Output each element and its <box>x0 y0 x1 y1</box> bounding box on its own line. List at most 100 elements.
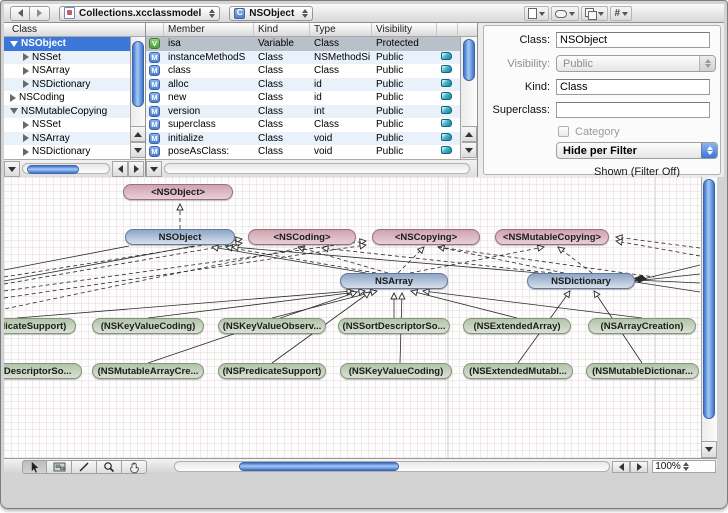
tree-hscroll-thumb[interactable] <box>27 165 79 174</box>
member-row-instancemethods[interactable]: MinstanceMethodSClassNSMethodSiPublic <box>146 51 460 65</box>
disclosure-triangle-icon[interactable] <box>23 121 29 129</box>
member-row-version[interactable]: MversionClassintPublic <box>146 105 460 119</box>
tree-item-nsdictionary[interactable]: NSDictionary <box>4 145 130 159</box>
documentation-book-icon[interactable] <box>441 106 452 114</box>
disclosure-triangle-icon[interactable] <box>10 41 18 47</box>
diagram-node-nsarraycreation[interactable]: (NSArrayCreation) <box>588 318 696 334</box>
icon-column-header[interactable] <box>146 23 164 36</box>
tree-item-nsobject[interactable]: NSObject <box>4 37 130 51</box>
symbol-popup[interactable]: C NSObject <box>229 6 313 21</box>
member-row-poseasclass[interactable]: MposeAsClass:ClassvoidPublic <box>146 145 460 159</box>
diagram-node-nscoding[interactable]: <NSCoding> <box>248 229 356 245</box>
diagram-node-nsmutabledictionar[interactable]: (NSMutableDictionar... <box>586 363 699 379</box>
diagram-node-nspredicatesupport[interactable]: (NSPredicateSupport) <box>4 318 76 334</box>
diagram-hscroll-thumb[interactable] <box>239 462 399 471</box>
member-row-isa[interactable]: VisaVariableClassProtected <box>146 37 460 51</box>
kind-column-header[interactable]: Kind <box>254 23 310 36</box>
back-button[interactable] <box>10 6 30 21</box>
member-row-superclass[interactable]: MsuperclassClassClassPublic <box>146 118 460 132</box>
tree-scroll-left-button[interactable] <box>112 161 128 177</box>
diagram-node-nsextendedmutabl[interactable]: (NSExtendedMutabl... <box>463 363 573 379</box>
disclosure-triangle-icon[interactable] <box>10 108 18 114</box>
documentation-book-icon[interactable] <box>441 52 452 60</box>
diagram-node-nscopying[interactable]: <NSCopying> <box>372 229 480 245</box>
diagram-node-nsmutablearraycre[interactable]: (NSMutableArrayCre... <box>92 363 204 379</box>
tree-scroll-down-button[interactable] <box>131 142 146 158</box>
page-options-button[interactable] <box>524 6 549 21</box>
tree-scroll-right-button[interactable] <box>128 161 144 177</box>
document-popup[interactable]: Collections.xcclassmodel <box>59 6 220 21</box>
tree-item-nsmutablecopying[interactable]: NSMutableCopying <box>4 105 130 119</box>
diagram-node-nsarray[interactable]: NSArray <box>340 273 448 289</box>
tree-scroll-up-button[interactable] <box>131 126 146 142</box>
diagram-node-nssortdescriptorso[interactable]: (NSSortDescriptorSo... <box>338 318 450 334</box>
filter-popup[interactable]: Hide per Filter <box>556 142 718 159</box>
zoom-tool-button[interactable] <box>97 460 122 474</box>
tree-item-nsdictionary[interactable]: NSDictionary <box>4 78 130 92</box>
class-diagram-canvas[interactable]: <NSObject> NSObject <NSCoding> <NSCopying> <… <box>4 177 717 458</box>
zoom-level-control[interactable]: 100% <box>652 460 716 473</box>
diagram-node-nspredicatesupport[interactable]: (NSPredicateSupport) <box>218 363 326 379</box>
member-row-alloc[interactable]: MallocClassidPublic <box>146 78 460 92</box>
copy-options-button[interactable] <box>581 6 608 21</box>
documentation-book-icon[interactable] <box>441 146 452 154</box>
visibility-popup[interactable]: Public <box>556 55 716 72</box>
select-tool-button[interactable] <box>22 460 47 474</box>
superclass-field[interactable] <box>556 102 710 118</box>
symbol-filter-button[interactable]: # <box>610 6 632 21</box>
member-column-header[interactable]: Member <box>164 23 254 36</box>
table-vertical-scrollbar[interactable] <box>460 37 477 159</box>
diagram-node-nskeyvaluecoding[interactable]: (NSKeyValueCoding) <box>92 318 204 334</box>
documentation-book-icon[interactable] <box>441 92 452 100</box>
doc-column-header[interactable] <box>437 23 458 36</box>
tree-hscroll-track[interactable] <box>22 163 110 174</box>
documentation-book-icon[interactable] <box>441 79 452 87</box>
tree-vscroll-thumb[interactable] <box>132 41 144 107</box>
class-field[interactable]: NSObject <box>556 32 710 48</box>
table-scroll-up-button[interactable] <box>462 126 477 142</box>
diagram-scroll-right-button[interactable] <box>630 461 648 473</box>
kind-field[interactable]: Class <box>556 79 710 95</box>
diagram-node-nskeyvalueobserv[interactable]: (NSKeyValueObserv... <box>218 318 326 334</box>
visibility-column-header[interactable]: Visibility <box>372 23 437 36</box>
tree-vertical-scrollbar[interactable] <box>130 37 146 159</box>
tree-item-nsarray[interactable]: NSArray <box>4 64 130 78</box>
tree-item-nsarray[interactable]: NSArray <box>4 132 130 146</box>
tree-item-nsset[interactable]: NSSet <box>4 118 130 132</box>
tree-item-nscoding[interactable]: NSCoding <box>4 91 130 105</box>
diagram-vscroll-thumb[interactable] <box>703 179 715 419</box>
disclosure-triangle-icon[interactable] <box>23 67 29 75</box>
layout-tool-button[interactable] <box>47 460 72 474</box>
type-column-header[interactable]: Type <box>310 23 372 36</box>
member-row-initialize[interactable]: MinitializeClassvoidPublic <box>146 132 460 146</box>
class-column-header[interactable]: Class <box>4 23 146 37</box>
disclosure-triangle-icon[interactable] <box>23 148 29 156</box>
tree-disclosure-button[interactable] <box>4 161 20 177</box>
disclosure-triangle-icon[interactable] <box>10 94 16 102</box>
table-hscroll-track[interactable] <box>164 163 470 174</box>
tree-item-nsset[interactable]: NSSet <box>4 51 130 65</box>
diagram-node-nskeyvaluecoding[interactable]: (NSKeyValueCoding) <box>340 363 452 379</box>
diagram-hscroll-track[interactable] <box>174 461 610 472</box>
diagram-scroll-left-button[interactable] <box>612 461 630 473</box>
documentation-book-icon[interactable] <box>441 119 452 127</box>
line-tool-button[interactable] <box>72 460 97 474</box>
annotation-options-button[interactable] <box>551 6 579 21</box>
documentation-book-icon[interactable] <box>441 65 452 73</box>
diagram-node-nsextendedarray[interactable]: (NSExtendedArray) <box>463 318 571 334</box>
category-checkbox[interactable] <box>558 126 569 137</box>
diagram-vertical-scrollbar[interactable] <box>701 177 717 458</box>
table-disclosure-button[interactable] <box>146 161 162 177</box>
hand-tool-button[interactable] <box>122 460 147 474</box>
diagram-node-nsobject[interactable]: <NSObject> <box>123 184 233 200</box>
diagram-node-nsmutablecopying[interactable]: <NSMutableCopying> <box>495 229 609 245</box>
disclosure-triangle-icon[interactable] <box>23 134 29 142</box>
member-row-class[interactable]: MclassClassClassPublic <box>146 64 460 78</box>
table-scroll-down-button[interactable] <box>462 142 477 158</box>
diagram-node-nsobject[interactable]: NSObject <box>125 229 235 245</box>
diagram-scroll-down-button[interactable] <box>701 441 717 458</box>
table-vscroll-thumb[interactable] <box>463 39 475 81</box>
disclosure-triangle-icon[interactable] <box>23 53 29 61</box>
forward-button[interactable] <box>30 6 50 21</box>
documentation-book-icon[interactable] <box>441 133 452 141</box>
